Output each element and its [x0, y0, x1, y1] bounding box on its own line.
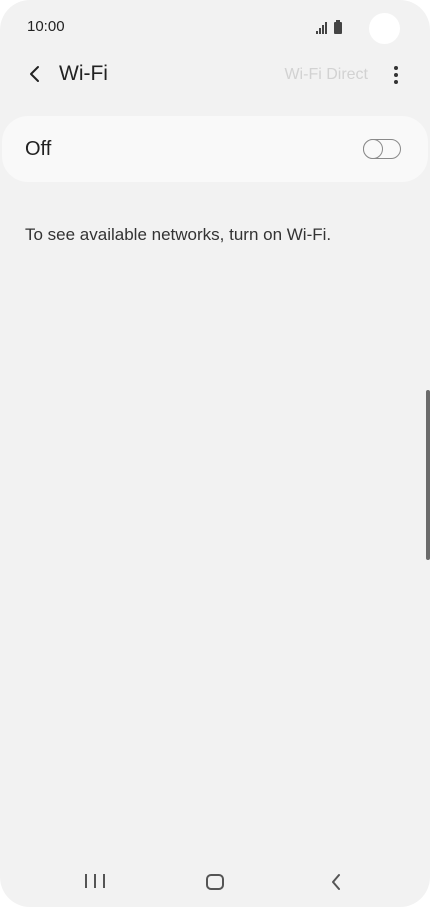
app-bar: Wi-Fi Wi-Fi Direct — [0, 50, 430, 100]
back-button[interactable] — [20, 60, 48, 88]
camera-cutout — [369, 13, 400, 44]
more-vertical-icon — [394, 66, 398, 70]
nav-back-button[interactable] — [326, 872, 346, 892]
recents-icon — [85, 874, 87, 888]
chevron-left-icon — [30, 66, 39, 82]
wifi-toggle-switch[interactable] — [362, 138, 401, 159]
page-title: Wi-Fi — [59, 62, 108, 85]
status-time: 10:00 — [27, 18, 65, 35]
navigation-bar — [0, 862, 430, 902]
phone-screen: 10:00 Wi-Fi Wi-Fi Direct Off To see avai… — [0, 0, 430, 907]
scroll-indicator[interactable] — [426, 390, 430, 560]
home-button[interactable] — [206, 874, 224, 890]
wifi-toggle-row[interactable]: Off — [2, 116, 428, 182]
toggle-knob — [362, 138, 383, 159]
status-icons — [316, 18, 342, 34]
battery-icon — [334, 20, 342, 34]
wifi-toggle-label: Off — [25, 138, 52, 160]
recents-button[interactable] — [85, 874, 105, 890]
signal-icon — [316, 22, 330, 34]
wifi-direct-button[interactable]: Wi-Fi Direct — [284, 66, 368, 84]
wifi-off-message: To see available networks, turn on Wi-Fi… — [25, 225, 332, 244]
back-icon — [332, 874, 340, 890]
status-bar: 10:00 — [0, 0, 430, 56]
more-options-button[interactable] — [384, 62, 408, 88]
